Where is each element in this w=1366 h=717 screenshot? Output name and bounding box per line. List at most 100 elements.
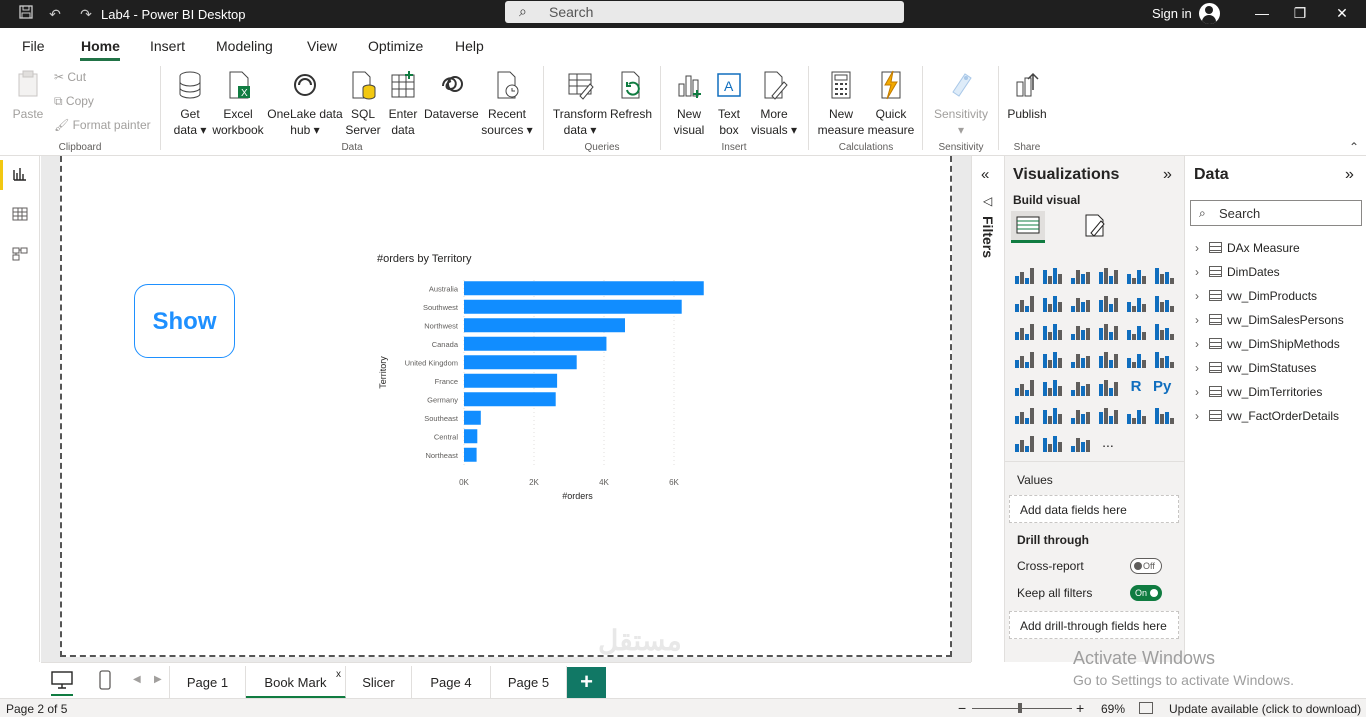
undo-icon[interactable]: ↶: [45, 4, 65, 24]
stacked-column-icon[interactable]: [1041, 266, 1063, 286]
chevron-right-icon[interactable]: ›: [1195, 265, 1199, 279]
chart-bar[interactable]: [464, 447, 477, 462]
collapse-visualizations-icon[interactable]: »: [1163, 166, 1172, 184]
copy-button[interactable]: ⧉ Copy: [54, 94, 94, 109]
clustered-bar-icon[interactable]: [1069, 266, 1091, 286]
fit-to-page-icon[interactable]: [1139, 702, 1153, 714]
chevron-right-icon[interactable]: ›: [1195, 337, 1199, 351]
drill-through-drop-zone[interactable]: Add drill-through fields here: [1009, 611, 1179, 639]
data-search-input[interactable]: ⌕ Search: [1190, 200, 1362, 226]
ribbon-chart-icon[interactable]: [1153, 294, 1175, 314]
scatter-icon[interactable]: [1069, 322, 1091, 342]
values-drop-zone[interactable]: Add data fields here: [1009, 495, 1179, 523]
menu-home[interactable]: Home: [81, 38, 120, 54]
100-column-icon[interactable]: [1153, 266, 1175, 286]
cross-report-toggle[interactable]: Off: [1130, 558, 1162, 574]
transform-data-button[interactable]: Transform data ▾: [552, 70, 608, 138]
more-visuals-button[interactable]: More visuals ▾: [748, 70, 800, 138]
key-influencers-icon[interactable]: [1013, 406, 1035, 426]
filters-label[interactable]: Filters: [980, 216, 996, 258]
quick-measure-button[interactable]: Quick measure: [866, 70, 916, 138]
onelake-data-hub-button[interactable]: OneLake data hub ▾: [266, 70, 344, 138]
metrics-icon[interactable]: [1125, 406, 1147, 426]
sql-server-button[interactable]: SQL Server: [344, 70, 382, 138]
menu-file[interactable]: File: [22, 38, 45, 54]
line-chart-icon[interactable]: [1013, 294, 1035, 314]
update-available-link[interactable]: Update available (click to download): [1169, 702, 1361, 716]
title-search-box[interactable]: ⌕ Search: [505, 1, 904, 23]
page-tab-page-5[interactable]: Page 5: [491, 666, 567, 699]
close-tab-icon[interactable]: x: [336, 658, 341, 691]
table-icon[interactable]: [1069, 378, 1091, 398]
donut-icon[interactable]: [1125, 322, 1147, 342]
zoom-out-icon[interactable]: −: [958, 700, 966, 716]
fabric-visual-icon[interactable]: [1069, 434, 1091, 454]
slicer-icon[interactable]: [1041, 378, 1063, 398]
pie-icon[interactable]: [1097, 322, 1119, 342]
chart-bar[interactable]: [464, 281, 704, 296]
show-button[interactable]: Show: [134, 284, 235, 358]
sign-in-link[interactable]: Sign in: [1152, 6, 1192, 21]
new-measure-button[interactable]: New measure: [816, 70, 866, 138]
text-box-button[interactable]: A Text box: [710, 70, 748, 138]
power-apps-icon[interactable]: [1013, 434, 1035, 454]
clustered-column-icon[interactable]: [1097, 266, 1119, 286]
save-icon[interactable]: [16, 4, 36, 24]
zoom-in-icon[interactable]: +: [1076, 700, 1084, 716]
report-view-icon[interactable]: [10, 166, 30, 186]
stacked-area-icon[interactable]: [1069, 294, 1091, 314]
format-visual-tab[interactable]: [1077, 211, 1111, 243]
kpi-icon[interactable]: [1013, 378, 1035, 398]
matrix-icon[interactable]: [1097, 378, 1119, 398]
r-visual-icon[interactable]: R: [1125, 378, 1147, 398]
chevron-right-icon[interactable]: ›: [1195, 313, 1199, 327]
refresh-button[interactable]: Refresh: [608, 70, 654, 122]
sensitivity-button[interactable]: Sensitivity ▾: [930, 70, 992, 138]
restore-icon[interactable]: ❐: [1290, 4, 1310, 22]
menu-insert[interactable]: Insert: [150, 38, 185, 54]
menu-help[interactable]: Help: [455, 38, 484, 54]
treemap-icon[interactable]: [1153, 322, 1175, 342]
ribbon-collapse-icon[interactable]: ⌃: [1349, 140, 1359, 154]
chart-bar[interactable]: [464, 318, 625, 333]
100-bar-icon[interactable]: [1125, 266, 1147, 286]
chevron-right-icon[interactable]: ›: [1195, 241, 1199, 255]
line-column-icon[interactable]: [1097, 294, 1119, 314]
scroll-left-icon[interactable]: ◀: [133, 674, 141, 685]
chart-bar[interactable]: [464, 410, 481, 425]
chart-bar[interactable]: [464, 373, 558, 388]
power-automate-icon[interactable]: [1041, 434, 1063, 454]
decomposition-tree-icon[interactable]: [1041, 406, 1063, 426]
expand-filters-icon[interactable]: «: [981, 166, 989, 183]
funnel-icon[interactable]: [1041, 322, 1063, 342]
get-data-button[interactable]: Get data ▾: [168, 70, 212, 138]
more-visuals-icon[interactable]: ...: [1097, 434, 1119, 454]
mobile-layout-icon[interactable]: [99, 670, 111, 693]
recent-sources-button[interactable]: Recent sources ▾: [480, 70, 534, 138]
narrative-icon[interactable]: [1097, 406, 1119, 426]
page-tab-slicer[interactable]: Slicer: [346, 666, 412, 699]
keep-all-filters-toggle[interactable]: On: [1130, 585, 1162, 601]
chevron-right-icon[interactable]: ›: [1195, 385, 1199, 399]
paste-button[interactable]: Paste: [10, 70, 46, 122]
build-visual-tab[interactable]: [1011, 211, 1045, 243]
area-chart-icon[interactable]: [1041, 294, 1063, 314]
redo-icon[interactable]: ↷: [76, 4, 96, 24]
dataverse-button[interactable]: Dataverse: [424, 70, 479, 122]
menu-optimize[interactable]: Optimize: [368, 38, 423, 54]
chart-bar[interactable]: [464, 392, 556, 407]
chevron-right-icon[interactable]: ›: [1195, 361, 1199, 375]
gauge-icon[interactable]: [1097, 350, 1119, 370]
new-visual-button[interactable]: New visual: [668, 70, 710, 138]
page-tab-page-1[interactable]: Page 1: [169, 666, 246, 699]
add-page-button[interactable]: +: [567, 667, 606, 699]
python-visual-icon[interactable]: Py: [1153, 378, 1175, 398]
line-clustered-icon[interactable]: [1125, 294, 1147, 314]
zoom-slider-thumb[interactable]: [1018, 703, 1022, 713]
menu-view[interactable]: View: [307, 38, 337, 54]
avatar[interactable]: [1199, 3, 1220, 24]
chart-bar[interactable]: [464, 429, 478, 444]
zoom-slider[interactable]: [972, 708, 1072, 709]
paginated-report-icon[interactable]: [1153, 406, 1175, 426]
format-painter-button[interactable]: 🖌 Format painter: [54, 118, 151, 132]
